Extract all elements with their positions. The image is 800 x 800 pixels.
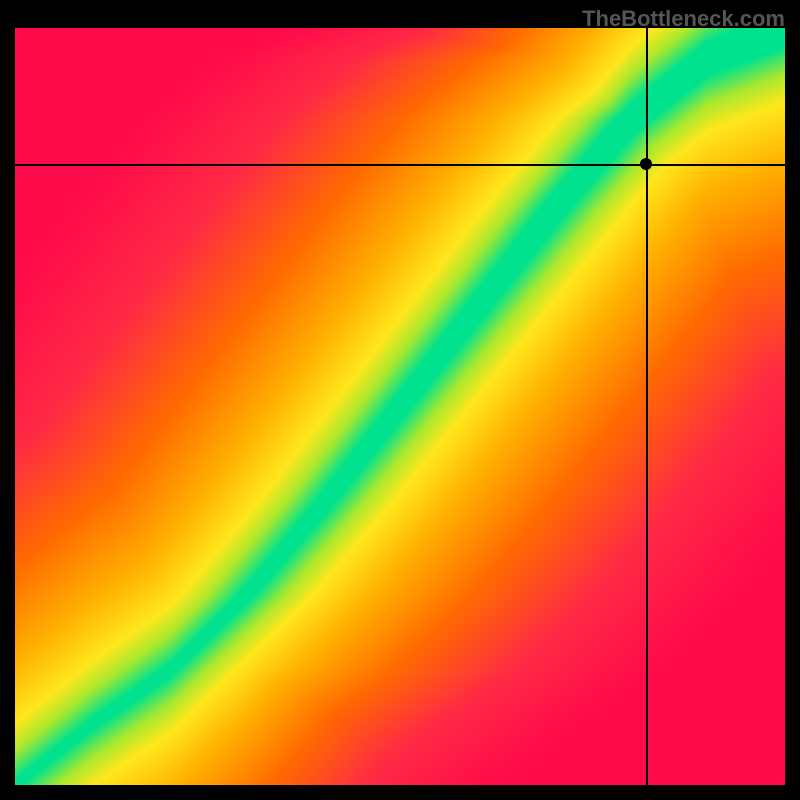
crosshair-horizontal	[15, 164, 785, 166]
chart-container: TheBottleneck.com	[0, 0, 800, 800]
heatmap-canvas	[15, 28, 785, 785]
heatmap-plot	[15, 28, 785, 785]
marker-dot	[640, 158, 652, 170]
crosshair-vertical	[646, 28, 648, 785]
watermark-text: TheBottleneck.com	[582, 6, 785, 32]
